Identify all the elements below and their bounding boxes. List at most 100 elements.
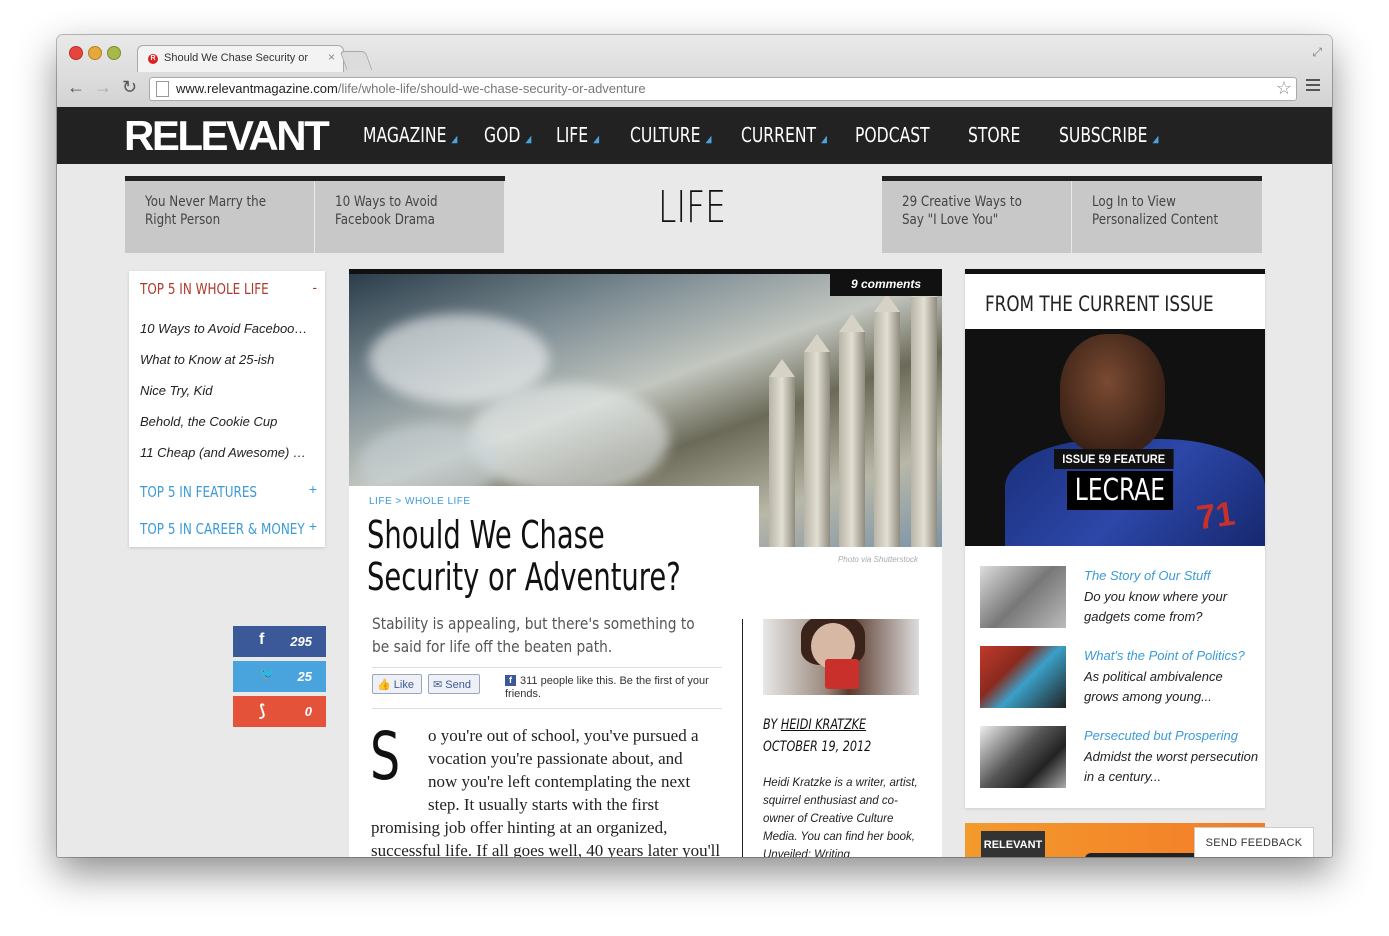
nav-arrow-icon: ◢ bbox=[525, 134, 532, 145]
nav-arrow-icon: ◢ bbox=[1152, 134, 1159, 145]
article-card: 9 comments Photo via Shutterstock LIFE >… bbox=[349, 269, 942, 857]
top5-whole-life-header[interactable]: TOP 5 IN WHOLE LIFE bbox=[140, 280, 269, 298]
article-dek: Stability is appealing, but there's some… bbox=[372, 614, 695, 656]
byline: BY HEIDI KRATZKE OCTOBER 19, 2012 bbox=[763, 717, 872, 755]
story-desc: As political ambivalence grows among you… bbox=[1084, 669, 1223, 704]
browser-chrome: R Should We Chase Security or × ⤢ ← → ↻ … bbox=[57, 35, 1332, 108]
nav-magazine[interactable]: MAGAZINE ◢ bbox=[363, 123, 457, 147]
fb-like-text: f 311 people like this. Be the first of y… bbox=[505, 675, 709, 700]
site-logo[interactable]: RELEVANT bbox=[124, 114, 330, 158]
article-title: Should We Chase Security or Adventure? bbox=[367, 513, 681, 599]
subnav-link[interactable]: 29 Creative Ways to Say "I Love You" bbox=[882, 181, 1072, 253]
subnav-link[interactable]: You Never Marry the Right Person bbox=[125, 181, 315, 253]
story-desc: Admidst the worst persecution in a centu… bbox=[1084, 749, 1259, 784]
list-item[interactable]: What to Know at 25-ish bbox=[140, 352, 312, 367]
top5-widget: TOP 5 IN WHOLE LIFE - 10 Ways to Avoid F… bbox=[129, 271, 325, 547]
issue-cover-image[interactable]: 71 ISSUE 59 FEATURE LECRAE bbox=[965, 329, 1265, 546]
url-domain: www.relevantmagazine.com bbox=[176, 81, 338, 96]
share-count: 295 bbox=[290, 634, 312, 649]
author-photo bbox=[763, 619, 919, 695]
fb-send-button[interactable]: ✉ Send bbox=[428, 674, 480, 694]
new-tab-button[interactable] bbox=[339, 51, 373, 70]
issue-story[interactable]: Persecuted but Prospering Admidst the wo… bbox=[980, 726, 1258, 788]
nav-subscribe[interactable]: SUBSCRIBE ◢ bbox=[1059, 123, 1159, 147]
url-path: /life/whole-life/should-we-chase-securit… bbox=[337, 81, 646, 96]
article-body: o you're out of school, you've pursued a… bbox=[371, 726, 721, 857]
reload-button[interactable]: ↻ bbox=[122, 78, 137, 96]
expand-icon[interactable]: + bbox=[309, 518, 317, 534]
list-item[interactable]: Nice Try, Kid bbox=[140, 383, 312, 398]
login-link[interactable]: Log In to View Personalized Content bbox=[1072, 181, 1262, 253]
collapse-icon[interactable]: - bbox=[312, 279, 317, 295]
top5-career-header[interactable]: TOP 5 IN CAREER & MONEY bbox=[140, 520, 305, 538]
facebook-icon: f bbox=[505, 675, 516, 686]
list-item[interactable]: 11 Cheap (and Awesome) Date Ideas bbox=[140, 445, 312, 460]
tab-title: Should We Chase Security or bbox=[164, 52, 309, 64]
close-window-button[interactable] bbox=[69, 46, 83, 60]
page-content: You Never Marry the Right Person 10 Ways … bbox=[57, 164, 1332, 857]
nav-god[interactable]: GOD ◢ bbox=[484, 123, 531, 147]
back-button[interactable]: ← bbox=[67, 78, 85, 96]
publish-date: OCTOBER 19, 2012 bbox=[763, 739, 872, 755]
minimize-window-button[interactable] bbox=[88, 46, 102, 60]
story-title[interactable]: The Story of Our Stuff bbox=[1084, 568, 1210, 583]
twitter-icon: 🐦 bbox=[259, 666, 276, 681]
forward-button[interactable]: → bbox=[94, 78, 112, 96]
nav-podcast[interactable]: PODCAST bbox=[855, 123, 930, 147]
fullscreen-icon[interactable]: ⤢ bbox=[1312, 45, 1322, 60]
nav-arrow-icon: ◢ bbox=[451, 134, 458, 145]
story-thumbnail bbox=[980, 646, 1066, 708]
facebook-icon: f bbox=[259, 631, 265, 648]
breadcrumb[interactable]: LIFE > WHOLE LIFE bbox=[369, 496, 471, 507]
subnav-link[interactable]: 10 Ways to Avoid Facebook Drama bbox=[315, 181, 505, 253]
zoom-window-button[interactable] bbox=[107, 46, 121, 60]
bookmark-star-icon[interactable]: ☆ bbox=[1276, 78, 1292, 99]
facebook-share-button[interactable]: f 295 bbox=[233, 626, 326, 657]
fb-like-button[interactable]: 👍 Like bbox=[372, 674, 422, 694]
stumbleupon-share-button[interactable]: ⟆ 0 bbox=[233, 696, 326, 727]
nav-arrow-icon: ◢ bbox=[705, 134, 712, 145]
story-title[interactable]: What's the Point of Politics? bbox=[1084, 648, 1245, 663]
nav-arrow-icon: ◢ bbox=[593, 134, 600, 145]
story-thumbnail bbox=[980, 726, 1066, 788]
nav-culture[interactable]: CULTURE ◢ bbox=[630, 123, 711, 147]
expand-icon[interactable]: + bbox=[309, 481, 317, 497]
nav-store[interactable]: STORE bbox=[968, 123, 1020, 147]
nav-arrow-icon: ◢ bbox=[821, 134, 828, 145]
ad-logo: RELEVANT bbox=[981, 831, 1045, 857]
nav-life[interactable]: LIFE ◢ bbox=[556, 123, 599, 147]
issue-story[interactable]: The Story of Our Stuff Do you know where… bbox=[980, 566, 1255, 628]
browser-tab[interactable]: R Should We Chase Security or × bbox=[137, 45, 344, 72]
title-box: LIFE > WHOLE LIFE Should We Chase Securi… bbox=[349, 486, 759, 606]
subnav-left: You Never Marry the Right Person 10 Ways … bbox=[125, 176, 505, 253]
send-feedback-button[interactable]: SEND FEEDBACK bbox=[1194, 827, 1314, 857]
address-bar[interactable]: www.relevantmagazine.com/life/whole-life… bbox=[149, 77, 1297, 101]
author-bio: Heidi Kratzke is a writer, artist, squir… bbox=[763, 777, 918, 857]
author-link[interactable]: HEIDI KRATZKE bbox=[781, 717, 866, 733]
list-item[interactable]: Behold, the Cookie Cup bbox=[140, 414, 312, 429]
share-count: 0 bbox=[304, 704, 312, 719]
comments-badge[interactable]: 9 comments bbox=[830, 274, 942, 296]
favicon-icon: R bbox=[148, 54, 158, 64]
close-icon[interactable]: × bbox=[328, 50, 335, 64]
story-title[interactable]: Persecuted but Prospering bbox=[1084, 728, 1238, 743]
twitter-share-button[interactable]: 🐦 25 bbox=[233, 661, 326, 692]
feature-name: LECRAE bbox=[1067, 471, 1173, 510]
stumbleupon-icon: ⟆ bbox=[259, 703, 266, 720]
photo-credit: Photo via Shutterstock bbox=[837, 555, 918, 564]
nav-current[interactable]: CURRENT ◢ bbox=[741, 123, 827, 147]
issue-story[interactable]: What's the Point of Politics? As politic… bbox=[980, 646, 1255, 708]
subnav-right: 29 Creative Ways to Say "I Love You" Log … bbox=[882, 176, 1262, 253]
feature-label: ISSUE 59 FEATURE bbox=[1054, 449, 1174, 469]
menu-icon[interactable] bbox=[1306, 79, 1320, 94]
url-text[interactable]: www.relevantmagazine.com/life/whole-life… bbox=[176, 81, 646, 96]
list-item[interactable]: 10 Ways to Avoid Facebook Drama bbox=[140, 321, 312, 336]
section-title: LIFE bbox=[658, 182, 726, 233]
page-icon bbox=[156, 81, 169, 97]
story-thumbnail bbox=[980, 566, 1066, 628]
story-desc: Do you know where your gadgets come from… bbox=[1084, 589, 1228, 624]
current-issue-heading: FROM THE CURRENT ISSUE bbox=[985, 292, 1214, 316]
top5-features-header[interactable]: TOP 5 IN FEATURES bbox=[140, 483, 257, 501]
current-issue-widget: FROM THE CURRENT ISSUE 71 ISSUE 59 FEATU… bbox=[965, 269, 1265, 808]
site-header: RELEVANT MAGAZINE ◢ GOD ◢ LIFE ◢ CULTURE… bbox=[57, 107, 1332, 164]
